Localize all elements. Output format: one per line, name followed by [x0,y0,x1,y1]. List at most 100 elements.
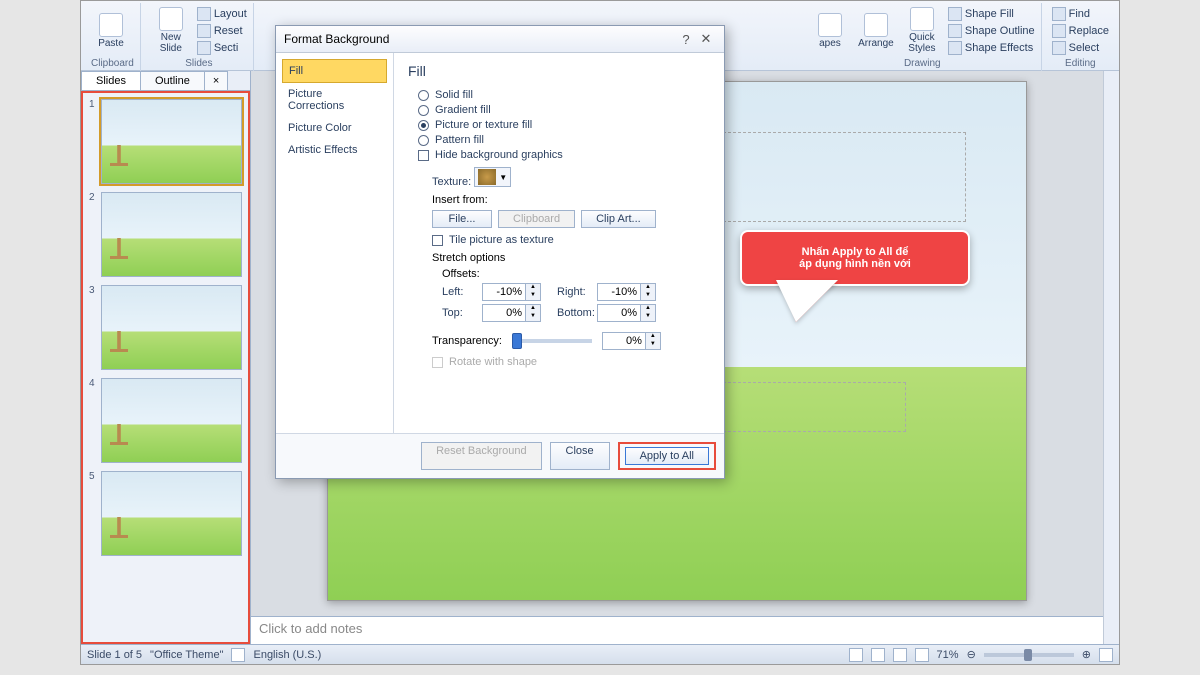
paste-icon [99,13,123,37]
checkbox-hide-bg[interactable]: Hide background graphics [418,149,710,161]
thumbnail-5[interactable] [101,471,242,556]
annotation-callout: Nhấn Apply to All để áp dụng hình nền vớ… [740,230,970,286]
checkbox-rotate: Rotate with shape [432,356,710,368]
zoom-slider[interactable] [984,653,1074,657]
clipboard-button: Clipboard [498,210,575,228]
nav-fill[interactable]: Fill [282,59,387,83]
dialog-pane: Fill Solid fill Gradient fill Picture or… [394,53,724,433]
layout-button[interactable]: Layout [197,7,247,21]
shape-outline-button[interactable]: Shape Outline [948,24,1035,38]
notes-pane[interactable]: Click to add notes [251,616,1103,644]
shapes-button[interactable]: apes [810,6,850,56]
file-button[interactable]: File... [432,210,492,228]
radio-pattern-fill[interactable]: Pattern fill [418,134,710,146]
dialog-footer: Reset Background Close Apply to All [276,433,724,478]
zoom-value: 71% [937,649,959,661]
thumbnail-2[interactable] [101,192,242,277]
pencil-icon [948,24,962,38]
texture-swatch-icon [478,169,496,185]
section-button[interactable]: Secti [197,41,247,55]
transparency-spinner[interactable]: ▲▼ [602,332,661,350]
insert-from-label: Insert from: [432,194,710,206]
paste-button[interactable]: Paste [91,6,131,56]
status-bar: Slide 1 of 5 "Office Theme" English (U.S… [81,644,1119,664]
radio-solid-fill[interactable]: Solid fill [418,89,710,101]
offset-left-spinner[interactable]: ▲▼ [482,283,541,301]
radio-gradient-fill[interactable]: Gradient fill [418,104,710,116]
transparency-label: Transparency: [432,335,502,347]
zoom-out-button[interactable]: ⊖ [967,648,976,661]
fit-window-icon[interactable] [1099,648,1113,662]
view-reading-icon[interactable] [893,648,907,662]
view-slideshow-icon[interactable] [915,648,929,662]
view-sorter-icon[interactable] [871,648,885,662]
ribbon-group-editing: Find Replace Select Editing [1046,3,1115,71]
dialog-help-button[interactable]: ? [676,32,696,47]
thumbnail-1[interactable] [101,99,242,184]
thumbnail-4[interactable] [101,378,242,463]
find-button[interactable]: Find [1052,7,1109,21]
ribbon-group-clipboard: Paste Clipboard [85,3,141,71]
layout-icon [197,7,211,21]
spellcheck-icon[interactable] [231,648,245,662]
texture-label: Texture: [432,176,471,188]
panel-close-button[interactable]: × [204,71,228,90]
offset-right-spinner[interactable]: ▲▼ [597,283,656,301]
status-theme: "Office Theme" [150,649,223,661]
reset-background-button: Reset Background [421,442,542,470]
dialog-nav: Fill Picture Corrections Picture Color A… [276,53,394,433]
dialog-title: Format Background [284,32,676,46]
replace-button[interactable]: Replace [1052,24,1109,38]
radio-picture-fill[interactable]: Picture or texture fill [418,119,710,131]
shape-effects-button[interactable]: Shape Effects [948,41,1035,55]
dialog-close-button[interactable]: ✕ [696,31,716,47]
quick-styles-button[interactable]: Quick Styles [902,6,942,56]
offset-top-spinner[interactable]: ▲▼ [482,304,541,322]
new-slide-button[interactable]: New Slide [151,6,191,56]
checkbox-tile[interactable]: Tile picture as texture [432,234,710,246]
replace-icon [1052,24,1066,38]
status-lang[interactable]: English (U.S.) [253,649,321,661]
select-icon [1052,41,1066,55]
reset-icon [197,24,211,38]
ribbon-group-slides: New Slide Layout Reset Secti Slides [145,3,254,71]
view-normal-icon[interactable] [849,648,863,662]
effects-icon [948,41,962,55]
tab-slides[interactable]: Slides [81,71,141,90]
arrange-button[interactable]: Arrange [856,6,896,56]
bucket-icon [948,7,962,21]
dialog-titlebar: Format Background ? ✕ [276,26,724,53]
callout-tail-icon [778,282,836,322]
format-background-dialog: Format Background ? ✕ Fill Picture Corre… [275,25,725,479]
select-button[interactable]: Select [1052,41,1109,55]
offsets-label: Offsets: [442,268,710,280]
shape-fill-button[interactable]: Shape Fill [948,7,1035,21]
panel-tabs: Slides Outline × [81,71,250,91]
reset-button[interactable]: Reset [197,24,247,38]
quick-styles-icon [910,7,934,31]
apply-to-all-button[interactable]: Apply to All [625,447,709,465]
thumbnail-3[interactable] [101,285,242,370]
close-button[interactable]: Close [550,442,610,470]
nav-artistic-effects[interactable]: Artistic Effects [282,139,387,161]
chevron-down-icon: ▼ [499,173,507,182]
find-icon [1052,7,1066,21]
thumbnails: 1 2 3 4 5 [81,91,250,644]
stretch-label: Stretch options [432,252,710,264]
pane-heading: Fill [408,63,710,79]
texture-picker[interactable]: ▼ [474,167,511,187]
thumb-number: 1 [89,99,97,184]
nav-picture-color[interactable]: Picture Color [282,117,387,139]
status-slide: Slide 1 of 5 [87,649,142,661]
tab-outline[interactable]: Outline [140,71,205,90]
transparency-slider[interactable] [512,339,592,343]
zoom-in-button[interactable]: ⊕ [1082,648,1091,661]
offset-bottom-spinner[interactable]: ▲▼ [597,304,656,322]
clipart-button[interactable]: Clip Art... [581,210,656,228]
section-icon [197,41,211,55]
shapes-icon [818,13,842,37]
slide-panel: Slides Outline × 1 2 3 4 5 [81,71,251,644]
ribbon-group-drawing: apes Arrange Quick Styles Shape Fill Sha… [804,3,1042,71]
nav-picture-corrections[interactable]: Picture Corrections [282,83,387,117]
vertical-scrollbar[interactable] [1103,71,1119,644]
